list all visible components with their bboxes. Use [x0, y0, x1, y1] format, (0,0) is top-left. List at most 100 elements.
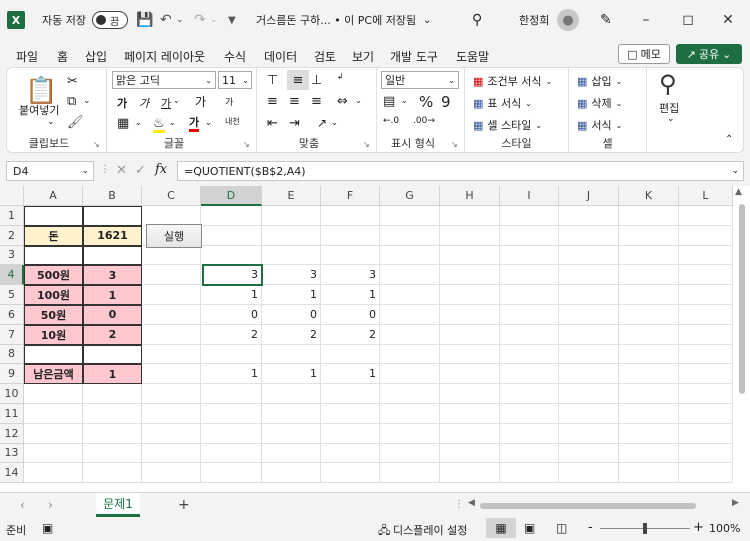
column-header-d[interactable]: D — [201, 186, 262, 206]
cell-g12[interactable] — [380, 423, 440, 444]
cell-g9[interactable] — [380, 364, 440, 385]
orientation-icon[interactable]: ↗ — [317, 116, 327, 130]
shrink-font-button[interactable]: 가 — [225, 95, 233, 108]
cell-l10[interactable] — [679, 384, 733, 404]
row-header-4[interactable]: 4 — [0, 265, 24, 286]
cell-d5[interactable]: 1 — [201, 285, 262, 305]
table-format-button[interactable]: ▦ 표 서식 ⌄ — [473, 95, 532, 111]
row-header-9[interactable]: 9 — [0, 364, 24, 385]
cell-a6[interactable]: 50원 — [24, 305, 83, 325]
align-right-icon[interactable]: ≡ — [311, 94, 322, 109]
cell-c7[interactable] — [142, 324, 201, 345]
column-header-b[interactable]: B — [83, 186, 142, 206]
cell-d11[interactable] — [201, 404, 262, 424]
display-settings-icon[interactable]: 🖧 — [378, 522, 390, 541]
column-header-j[interactable]: J — [559, 186, 619, 206]
column-header-i[interactable]: I — [500, 186, 559, 206]
cell-a3[interactable] — [24, 245, 83, 266]
cell-c14[interactable] — [142, 463, 201, 484]
format-cells-button[interactable]: ▦ 서식 ⌄ — [577, 117, 622, 133]
cell-a5[interactable]: 100원 — [24, 285, 83, 305]
number-format-select[interactable]: 일반 ⌄ — [381, 71, 459, 89]
cell-j14[interactable] — [559, 463, 619, 484]
vertical-scrollbar[interactable] — [739, 204, 745, 394]
cell-f5[interactable]: 1 — [321, 285, 380, 305]
font-color-button[interactable]: 가 — [189, 115, 200, 132]
cell-b13[interactable] — [83, 443, 142, 464]
paste-chevron-icon[interactable]: ⌄ — [47, 117, 55, 127]
cell-g7[interactable] — [380, 324, 440, 345]
accessibility-icon[interactable]: ▣ — [42, 521, 53, 535]
close-icon[interactable]: ✕ — [718, 10, 738, 30]
cell-j4[interactable] — [559, 265, 619, 286]
italic-button[interactable]: 가 — [139, 95, 149, 111]
font-color-chevron-icon[interactable]: ⌄ — [205, 118, 212, 127]
decrease-indent-icon[interactable]: ⇤ — [267, 116, 278, 131]
normal-view-icon[interactable]: ▦ — [486, 518, 516, 538]
enter-icon[interactable]: ✓ — [135, 163, 146, 178]
hscroll-left-icon[interactable]: ◀ — [468, 498, 475, 508]
cell-j5[interactable] — [559, 285, 619, 305]
cell-c10[interactable] — [142, 384, 201, 404]
clipboard-launcher-icon[interactable]: ↘ — [93, 140, 100, 149]
align-left-icon[interactable]: ≡ — [267, 94, 278, 109]
cell-g2[interactable] — [380, 225, 440, 246]
cell-d12[interactable] — [201, 423, 262, 444]
font-size-select[interactable]: 11 ⌄ — [218, 71, 252, 89]
cell-h12[interactable] — [440, 423, 500, 444]
worksheet[interactable]: ABCDEFGHIJKL 1 2 3 4 5 6 7 8 9 10 11 12 13 14 돈 1621 50… — [0, 186, 750, 492]
bold-button[interactable]: 가 — [117, 95, 127, 111]
column-header-f[interactable]: F — [321, 186, 380, 206]
alignment-launcher-icon[interactable]: ↘ — [363, 140, 370, 149]
cell-e11[interactable] — [262, 404, 321, 424]
cell-g6[interactable] — [380, 305, 440, 325]
cell-a8[interactable] — [24, 344, 83, 365]
cell-f12[interactable] — [321, 423, 380, 444]
zoom-in-button[interactable]: + — [693, 520, 704, 535]
column-header-e[interactable]: E — [262, 186, 321, 206]
align-bottom-icon[interactable]: ⊥ — [311, 73, 322, 88]
fill-color-chevron-icon[interactable]: ⌄ — [169, 118, 176, 127]
cell-b12[interactable] — [83, 423, 142, 444]
cell-f9[interactable]: 1 — [321, 364, 380, 385]
row-header-2[interactable]: 2 — [0, 225, 24, 246]
fill-color-icon[interactable]: ♨ — [153, 116, 165, 133]
cell-i13[interactable] — [500, 443, 559, 464]
cell-a12[interactable] — [24, 423, 83, 444]
cell-a7[interactable]: 10원 — [24, 324, 83, 345]
cell-i2[interactable] — [500, 225, 559, 246]
cell-a4[interactable]: 500원 — [24, 265, 83, 286]
font-launcher-icon[interactable]: ↘ — [243, 140, 250, 149]
cell-l14[interactable] — [679, 463, 733, 484]
cell-c13[interactable] — [142, 443, 201, 464]
find-icon[interactable]: ⚲ — [659, 70, 677, 98]
comma-icon[interactable]: 9 — [441, 93, 451, 111]
cell-d2[interactable] — [201, 225, 262, 246]
orientation-chevron-icon[interactable]: ⌄ — [331, 118, 338, 127]
cell-c11[interactable] — [142, 404, 201, 424]
cell-k14[interactable] — [619, 463, 679, 484]
cut-icon[interactable]: ✂ — [67, 74, 78, 89]
cell-h5[interactable] — [440, 285, 500, 305]
add-sheet-button[interactable]: + — [178, 497, 190, 513]
cell-j12[interactable] — [559, 423, 619, 444]
insert-cells-button[interactable]: ▦ 삽입 ⌄ — [577, 73, 622, 89]
column-header-h[interactable]: H — [440, 186, 500, 206]
copy-icon[interactable]: ⧉ — [67, 94, 76, 109]
cell-e3[interactable] — [262, 245, 321, 266]
cell-k2[interactable] — [619, 225, 679, 246]
menu-review[interactable]: 검토 — [314, 48, 336, 65]
cell-f11[interactable] — [321, 404, 380, 424]
cell-l12[interactable] — [679, 423, 733, 444]
display-settings-label[interactable]: 디스플레이 설정 — [393, 522, 467, 538]
cell-f13[interactable] — [321, 443, 380, 464]
cell-a13[interactable] — [24, 443, 83, 464]
cell-k3[interactable] — [619, 245, 679, 266]
cell-b9[interactable]: 1 — [83, 364, 142, 385]
cell-b2[interactable]: 1621 — [83, 225, 142, 246]
cell-f3[interactable] — [321, 245, 380, 266]
cell-e10[interactable] — [262, 384, 321, 404]
avatar[interactable]: ● — [557, 9, 579, 31]
row-header-12[interactable]: 12 — [0, 423, 24, 444]
pen-icon[interactable]: ✎ — [600, 10, 612, 30]
